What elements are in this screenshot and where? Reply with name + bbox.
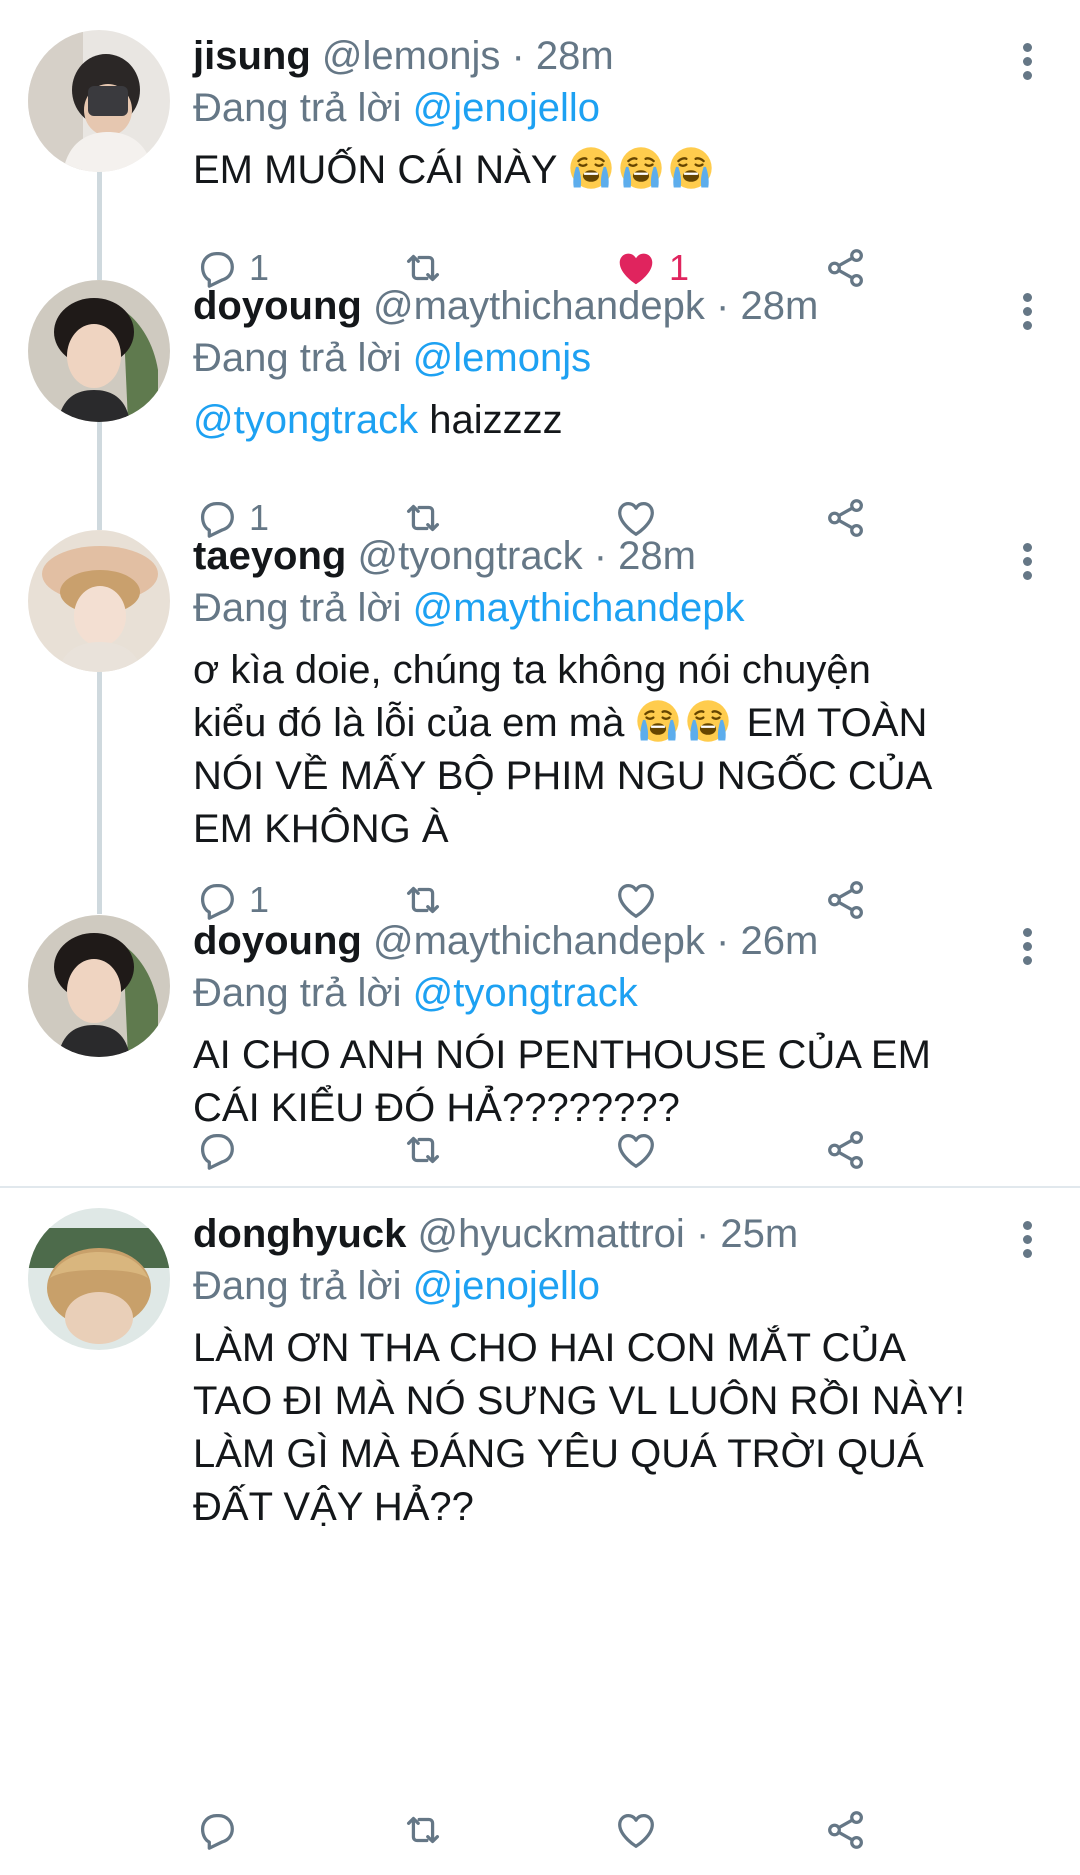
replying-label: Đang trả lời	[193, 971, 413, 1015]
replying-label: Đang trả lời	[193, 86, 413, 130]
timestamp[interactable]: · 25m	[696, 1212, 798, 1256]
retweet-icon	[400, 1807, 446, 1853]
retweet-button[interactable]	[400, 1120, 446, 1180]
avatar[interactable]	[28, 30, 170, 172]
replying-to: Đang trả lời @jenojello	[193, 82, 1020, 134]
handle[interactable]: @hyuckmattroi	[417, 1212, 684, 1256]
more-vertical-icon[interactable]	[1012, 1218, 1042, 1262]
avatar[interactable]	[28, 280, 170, 422]
timestamp[interactable]: · 28m	[594, 534, 696, 578]
more-vertical-icon[interactable]	[1012, 925, 1042, 969]
display-name[interactable]: doyoung	[193, 284, 362, 328]
timestamp[interactable]: · 26m	[716, 919, 818, 963]
more-vertical-icon[interactable]	[1012, 540, 1042, 584]
tweet-header: donghyuck @hyuckmattroi · 25m	[193, 1208, 1020, 1260]
heart-icon	[613, 1127, 659, 1173]
display-name[interactable]: donghyuck	[193, 1212, 406, 1256]
display-name[interactable]: taeyong	[193, 534, 346, 578]
handle[interactable]: @lemonjs	[322, 34, 500, 78]
tweet-text: LÀM ƠN THA CHO HAI CON MẮT CỦA TAO ĐI MÀ…	[193, 1326, 966, 1529]
retweet-button[interactable]	[400, 1800, 446, 1860]
heart-icon	[613, 1807, 659, 1853]
replying-to: Đang trả lời @lemonjs	[193, 332, 1020, 384]
handle[interactable]: @maythichandepk	[373, 919, 705, 963]
replying-mention[interactable]: @jenojello	[413, 1264, 600, 1308]
tweet-header: taeyong @tyongtrack · 28m	[193, 530, 1020, 582]
loudly-crying-face-emoji	[618, 145, 664, 191]
replying-label: Đang trả lời	[193, 1264, 413, 1308]
more-vertical-icon[interactable]	[1012, 290, 1042, 334]
tweet-text: @tyongtrack haizzzz	[193, 394, 1020, 447]
display-name[interactable]: jisung	[193, 34, 311, 78]
reply-button[interactable]	[193, 1800, 239, 1860]
replying-to: Đang trả lời @tyongtrack	[193, 967, 1020, 1019]
like-button[interactable]	[613, 1120, 659, 1180]
retweet-icon	[400, 1127, 446, 1173]
loudly-crying-face-emoji	[568, 145, 614, 191]
tweet-text: EM MUỐN CÁI NÀY	[193, 144, 1020, 197]
loudly-crying-face-emoji	[685, 698, 731, 744]
share-icon	[823, 1807, 869, 1853]
timestamp[interactable]: · 28m	[511, 34, 613, 78]
replying-mention[interactable]: @tyongtrack	[413, 971, 638, 1015]
replying-to: Đang trả lời @jenojello	[193, 1260, 1020, 1312]
handle[interactable]: @tyongtrack	[357, 534, 582, 578]
reply-icon	[193, 1807, 239, 1853]
tweet-text-content: haizzzz	[418, 398, 563, 442]
replying-label: Đang trả lời	[193, 586, 413, 630]
more-vertical-icon[interactable]	[1012, 40, 1042, 84]
reply-icon	[193, 1127, 239, 1173]
thread-divider	[0, 1186, 1080, 1188]
reply-button[interactable]	[193, 1120, 239, 1180]
loudly-crying-face-emoji	[635, 698, 681, 744]
tweet-text: ơ kìa doie, chúng ta không nói chuyện ki…	[193, 644, 1020, 856]
replying-mention[interactable]: @jenojello	[413, 86, 600, 130]
replying-mention[interactable]: @maythichandepk	[413, 586, 745, 630]
timestamp[interactable]: · 28m	[716, 284, 818, 328]
avatar[interactable]	[28, 530, 170, 672]
share-button[interactable]	[823, 1800, 869, 1860]
display-name[interactable]: doyoung	[193, 919, 362, 963]
tweet-text-content: EM MUỐN CÁI NÀY	[193, 148, 557, 192]
avatar[interactable]	[28, 915, 170, 1057]
tweet-actions	[193, 1800, 893, 1860]
tweet-header: jisung @lemonjs · 28m	[193, 30, 1020, 82]
tweet-header: doyoung @maythichandepk · 28m	[193, 280, 1020, 332]
handle[interactable]: @maythichandepk	[373, 284, 705, 328]
like-button[interactable]	[613, 1800, 659, 1860]
tweet-header: doyoung @maythichandepk · 26m	[193, 915, 1020, 967]
thread-line	[97, 652, 102, 914]
avatar[interactable]	[28, 1208, 170, 1350]
share-button[interactable]	[823, 1120, 869, 1180]
replying-label: Đang trả lời	[193, 336, 413, 380]
tweet-actions	[193, 1120, 893, 1180]
replying-to: Đang trả lời @maythichandepk	[193, 582, 1020, 634]
share-icon	[823, 1127, 869, 1173]
replying-mention[interactable]: @lemonjs	[413, 336, 591, 380]
text-mention[interactable]: @tyongtrack	[193, 398, 418, 442]
loudly-crying-face-emoji	[668, 145, 714, 191]
